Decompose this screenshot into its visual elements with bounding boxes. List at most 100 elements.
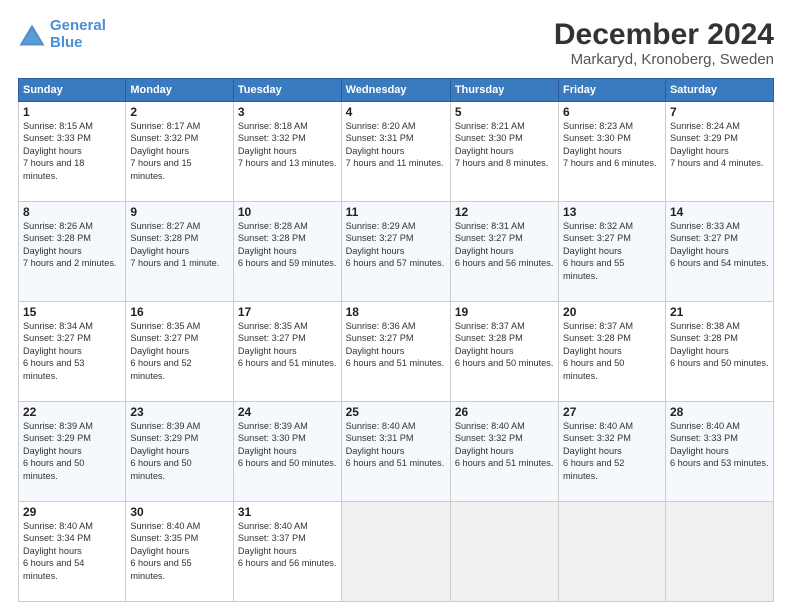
day-info: Sunrise: 8:31 AMSunset: 3:27 PMDaylight … — [455, 220, 554, 270]
day-number: 3 — [238, 105, 337, 119]
logo-icon — [18, 21, 46, 49]
day-number: 27 — [563, 405, 661, 419]
calendar-cell: 2Sunrise: 8:17 AMSunset: 3:32 PMDaylight… — [126, 102, 234, 202]
calendar-cell — [450, 502, 558, 602]
page: General Blue December 2024 Markaryd, Kro… — [0, 0, 792, 612]
day-info: Sunrise: 8:40 AMSunset: 3:33 PMDaylight … — [670, 420, 769, 470]
week-row-2: 8Sunrise: 8:26 AMSunset: 3:28 PMDaylight… — [19, 202, 774, 302]
day-info: Sunrise: 8:18 AMSunset: 3:32 PMDaylight … — [238, 120, 337, 170]
day-info: Sunrise: 8:29 AMSunset: 3:27 PMDaylight … — [346, 220, 446, 270]
calendar-cell: 9Sunrise: 8:27 AMSunset: 3:28 PMDaylight… — [126, 202, 234, 302]
header: General Blue December 2024 Markaryd, Kro… — [18, 18, 774, 68]
day-number: 20 — [563, 305, 661, 319]
day-info: Sunrise: 8:35 AMSunset: 3:27 PMDaylight … — [238, 320, 337, 370]
calendar-cell: 6Sunrise: 8:23 AMSunset: 3:30 PMDaylight… — [559, 102, 666, 202]
day-number: 23 — [130, 405, 229, 419]
day-info: Sunrise: 8:35 AMSunset: 3:27 PMDaylight … — [130, 320, 229, 382]
day-info: Sunrise: 8:17 AMSunset: 3:32 PMDaylight … — [130, 120, 229, 182]
day-info: Sunrise: 8:37 AMSunset: 3:28 PMDaylight … — [455, 320, 554, 370]
col-header-tuesday: Tuesday — [233, 79, 341, 102]
day-number: 21 — [670, 305, 769, 319]
calendar-cell: 10Sunrise: 8:28 AMSunset: 3:28 PMDayligh… — [233, 202, 341, 302]
day-number: 16 — [130, 305, 229, 319]
calendar-cell: 13Sunrise: 8:32 AMSunset: 3:27 PMDayligh… — [559, 202, 666, 302]
col-header-sunday: Sunday — [19, 79, 126, 102]
day-number: 25 — [346, 405, 446, 419]
day-number: 18 — [346, 305, 446, 319]
day-info: Sunrise: 8:32 AMSunset: 3:27 PMDaylight … — [563, 220, 661, 282]
day-info: Sunrise: 8:20 AMSunset: 3:31 PMDaylight … — [346, 120, 446, 170]
subtitle: Markaryd, Kronoberg, Sweden — [554, 51, 774, 68]
week-row-3: 15Sunrise: 8:34 AMSunset: 3:27 PMDayligh… — [19, 302, 774, 402]
calendar-cell — [341, 502, 450, 602]
calendar-cell: 25Sunrise: 8:40 AMSunset: 3:31 PMDayligh… — [341, 402, 450, 502]
day-number: 5 — [455, 105, 554, 119]
day-number: 29 — [23, 505, 121, 519]
col-header-saturday: Saturday — [665, 79, 773, 102]
calendar-header-row: SundayMondayTuesdayWednesdayThursdayFrid… — [19, 79, 774, 102]
calendar-cell: 1Sunrise: 8:15 AMSunset: 3:33 PMDaylight… — [19, 102, 126, 202]
day-number: 28 — [670, 405, 769, 419]
calendar-cell: 3Sunrise: 8:18 AMSunset: 3:32 PMDaylight… — [233, 102, 341, 202]
day-info: Sunrise: 8:40 AMSunset: 3:32 PMDaylight … — [455, 420, 554, 470]
day-info: Sunrise: 8:40 AMSunset: 3:35 PMDaylight … — [130, 520, 229, 582]
day-number: 6 — [563, 105, 661, 119]
day-info: Sunrise: 8:23 AMSunset: 3:30 PMDaylight … — [563, 120, 661, 170]
day-info: Sunrise: 8:33 AMSunset: 3:27 PMDaylight … — [670, 220, 769, 270]
day-info: Sunrise: 8:21 AMSunset: 3:30 PMDaylight … — [455, 120, 554, 170]
day-info: Sunrise: 8:39 AMSunset: 3:29 PMDaylight … — [130, 420, 229, 482]
day-number: 4 — [346, 105, 446, 119]
calendar-cell: 22Sunrise: 8:39 AMSunset: 3:29 PMDayligh… — [19, 402, 126, 502]
day-info: Sunrise: 8:40 AMSunset: 3:32 PMDaylight … — [563, 420, 661, 482]
calendar-cell: 28Sunrise: 8:40 AMSunset: 3:33 PMDayligh… — [665, 402, 773, 502]
logo-line1: General — [50, 17, 106, 34]
title-block: December 2024 Markaryd, Kronoberg, Swede… — [554, 18, 774, 68]
logo: General Blue — [18, 18, 106, 51]
day-number: 26 — [455, 405, 554, 419]
day-number: 24 — [238, 405, 337, 419]
day-number: 17 — [238, 305, 337, 319]
day-info: Sunrise: 8:28 AMSunset: 3:28 PMDaylight … — [238, 220, 337, 270]
week-row-4: 22Sunrise: 8:39 AMSunset: 3:29 PMDayligh… — [19, 402, 774, 502]
day-info: Sunrise: 8:39 AMSunset: 3:29 PMDaylight … — [23, 420, 121, 482]
calendar-cell: 21Sunrise: 8:38 AMSunset: 3:28 PMDayligh… — [665, 302, 773, 402]
day-info: Sunrise: 8:40 AMSunset: 3:34 PMDaylight … — [23, 520, 121, 582]
day-info: Sunrise: 8:39 AMSunset: 3:30 PMDaylight … — [238, 420, 337, 470]
day-number: 2 — [130, 105, 229, 119]
day-number: 31 — [238, 505, 337, 519]
day-number: 13 — [563, 205, 661, 219]
calendar-cell: 11Sunrise: 8:29 AMSunset: 3:27 PMDayligh… — [341, 202, 450, 302]
day-number: 14 — [670, 205, 769, 219]
calendar-cell: 12Sunrise: 8:31 AMSunset: 3:27 PMDayligh… — [450, 202, 558, 302]
day-number: 30 — [130, 505, 229, 519]
main-title: December 2024 — [554, 18, 774, 51]
day-number: 10 — [238, 205, 337, 219]
calendar-cell: 27Sunrise: 8:40 AMSunset: 3:32 PMDayligh… — [559, 402, 666, 502]
logo-line2: Blue — [50, 34, 83, 51]
day-number: 19 — [455, 305, 554, 319]
calendar-cell: 5Sunrise: 8:21 AMSunset: 3:30 PMDaylight… — [450, 102, 558, 202]
calendar-cell: 30Sunrise: 8:40 AMSunset: 3:35 PMDayligh… — [126, 502, 234, 602]
calendar-cell: 14Sunrise: 8:33 AMSunset: 3:27 PMDayligh… — [665, 202, 773, 302]
day-info: Sunrise: 8:15 AMSunset: 3:33 PMDaylight … — [23, 120, 121, 182]
col-header-monday: Monday — [126, 79, 234, 102]
day-number: 22 — [23, 405, 121, 419]
calendar-cell: 26Sunrise: 8:40 AMSunset: 3:32 PMDayligh… — [450, 402, 558, 502]
day-info: Sunrise: 8:36 AMSunset: 3:27 PMDaylight … — [346, 320, 446, 370]
day-info: Sunrise: 8:24 AMSunset: 3:29 PMDaylight … — [670, 120, 769, 170]
col-header-wednesday: Wednesday — [341, 79, 450, 102]
day-info: Sunrise: 8:26 AMSunset: 3:28 PMDaylight … — [23, 220, 121, 270]
calendar-cell: 16Sunrise: 8:35 AMSunset: 3:27 PMDayligh… — [126, 302, 234, 402]
calendar-cell: 15Sunrise: 8:34 AMSunset: 3:27 PMDayligh… — [19, 302, 126, 402]
col-header-thursday: Thursday — [450, 79, 558, 102]
day-info: Sunrise: 8:27 AMSunset: 3:28 PMDaylight … — [130, 220, 229, 270]
calendar-cell: 8Sunrise: 8:26 AMSunset: 3:28 PMDaylight… — [19, 202, 126, 302]
day-number: 7 — [670, 105, 769, 119]
calendar-cell: 19Sunrise: 8:37 AMSunset: 3:28 PMDayligh… — [450, 302, 558, 402]
day-number: 1 — [23, 105, 121, 119]
calendar-cell: 7Sunrise: 8:24 AMSunset: 3:29 PMDaylight… — [665, 102, 773, 202]
calendar-table: SundayMondayTuesdayWednesdayThursdayFrid… — [18, 78, 774, 602]
col-header-friday: Friday — [559, 79, 666, 102]
calendar-cell — [559, 502, 666, 602]
day-number: 8 — [23, 205, 121, 219]
